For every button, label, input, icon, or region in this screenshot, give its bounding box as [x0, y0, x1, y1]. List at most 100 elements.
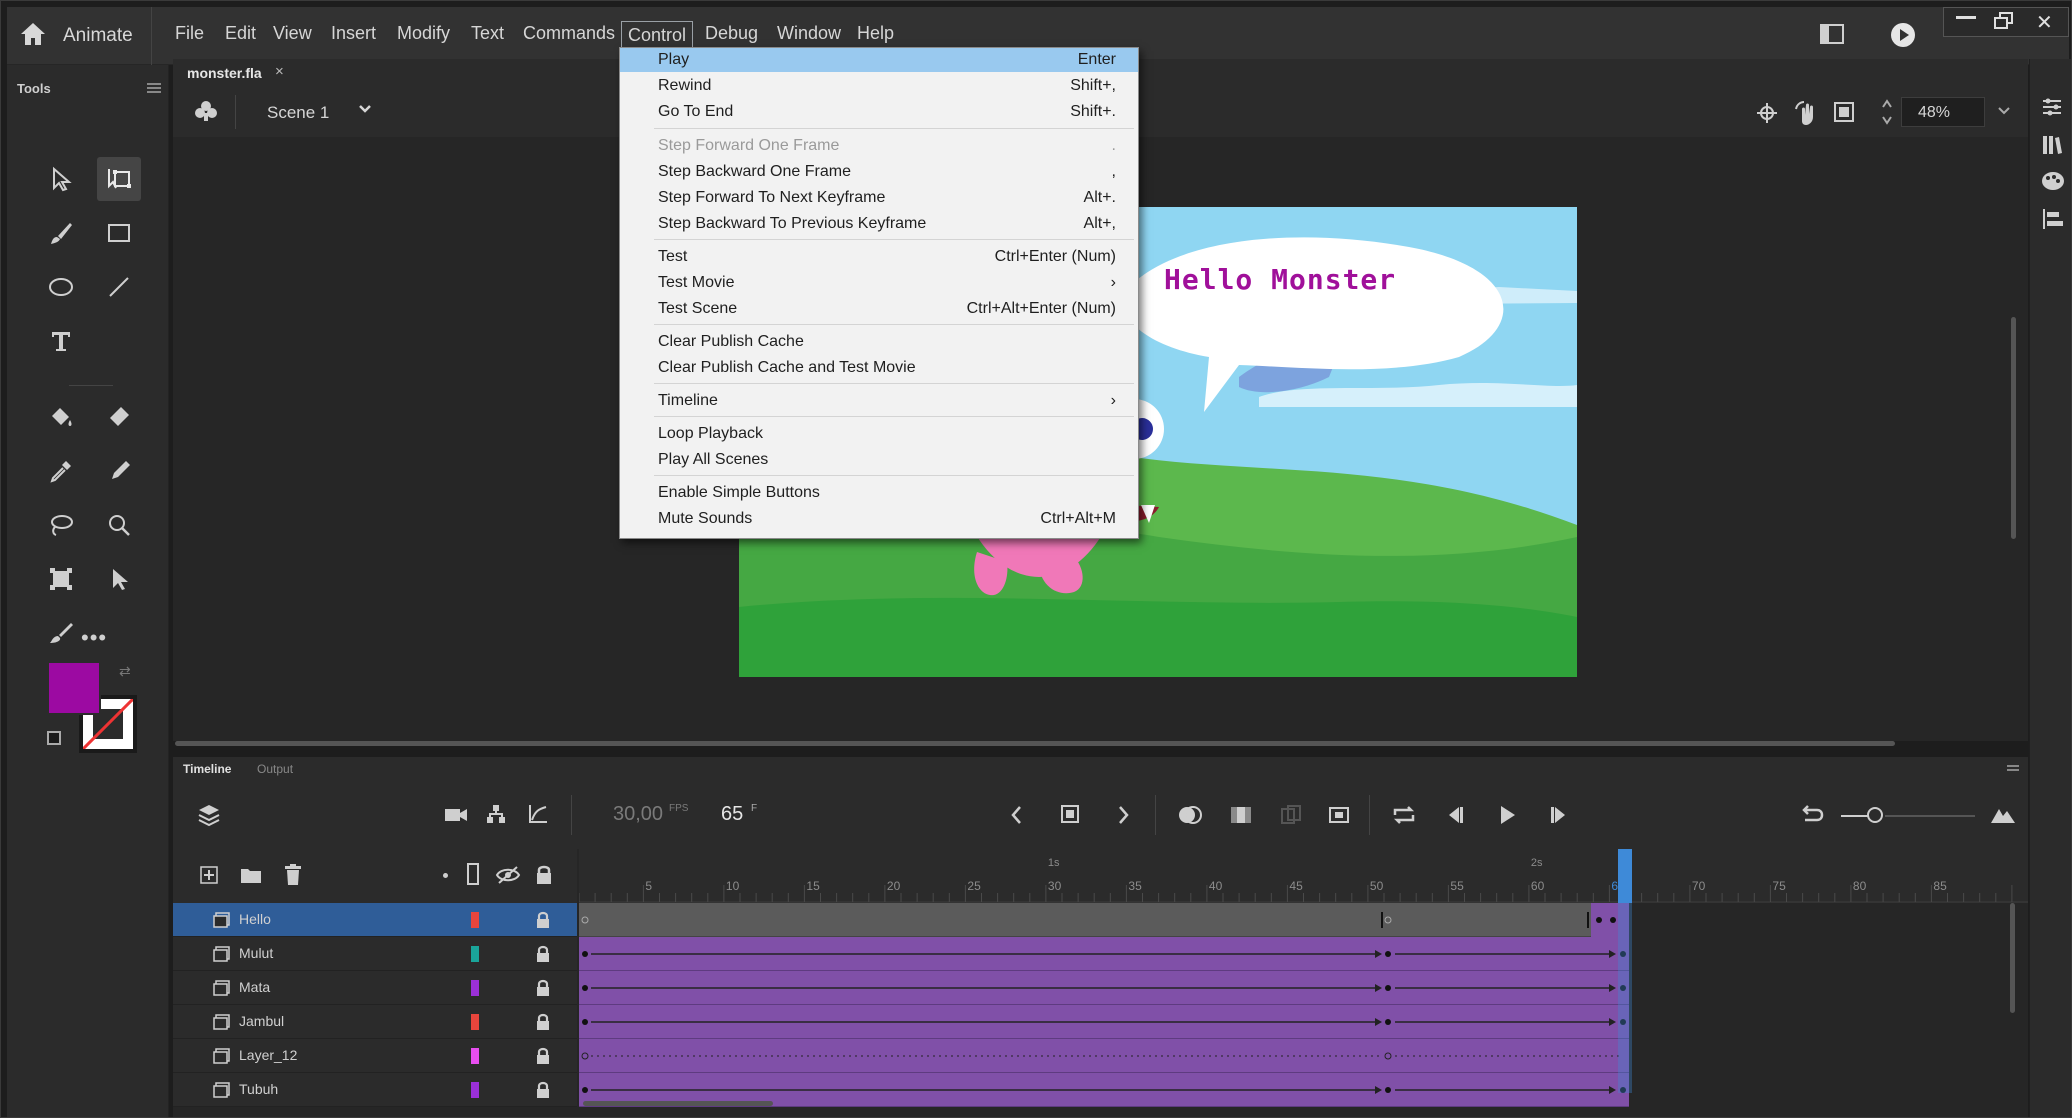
- text-tool-icon[interactable]: [39, 319, 83, 363]
- lock-icon[interactable]: [535, 910, 551, 930]
- parenting-icon[interactable]: [485, 803, 507, 825]
- lock-all-icon[interactable]: [535, 863, 553, 887]
- play-icon[interactable]: [1495, 803, 1519, 827]
- chevron-down-icon[interactable]: [357, 99, 373, 119]
- onion-skin-icon[interactable]: [1177, 803, 1203, 827]
- more-tools-icon[interactable]: •••: [81, 625, 107, 651]
- menu-item[interactable]: Step Backward To Previous Keyframe Alt+,: [620, 212, 1138, 236]
- stage-horizontal-scrollbar[interactable]: [175, 741, 1895, 746]
- outline-layers-icon[interactable]: [467, 863, 479, 885]
- rotate-stage-icon[interactable]: [1793, 99, 1821, 127]
- chevron-right-icon[interactable]: [1115, 803, 1131, 827]
- layer-color-marker[interactable]: [471, 1014, 479, 1030]
- snap-icon[interactable]: [1755, 101, 1779, 125]
- menu-help[interactable]: Help: [857, 23, 894, 44]
- pen-tool-icon[interactable]: [97, 449, 141, 493]
- menu-edit[interactable]: Edit: [225, 23, 256, 44]
- add-layer-icon[interactable]: [199, 865, 219, 885]
- frame-span[interactable]: [579, 1039, 1629, 1073]
- highlight-layers-icon[interactable]: [443, 873, 448, 878]
- asset-warp-tool-icon[interactable]: [39, 557, 83, 601]
- frame-span[interactable]: [579, 1005, 1629, 1039]
- menu-item[interactable]: Play Enter: [620, 48, 1138, 72]
- subselection-tool-icon[interactable]: [97, 557, 141, 601]
- clip-content-icon[interactable]: [1833, 101, 1855, 123]
- layer-row[interactable]: Tubuh: [173, 1073, 577, 1107]
- default-colors-icon[interactable]: [47, 731, 61, 745]
- menu-item[interactable]: Step Forward One Frame.: [620, 134, 1138, 158]
- workspace-icon[interactable]: [1819, 23, 1845, 45]
- menu-insert[interactable]: Insert: [331, 23, 376, 44]
- camera-icon[interactable]: [443, 805, 469, 825]
- properties-icon[interactable]: [2040, 95, 2064, 119]
- loop-icon[interactable]: [1391, 803, 1417, 827]
- layers-icon[interactable]: [197, 803, 221, 827]
- timeline-horizontal-scrollbar[interactable]: [583, 1101, 773, 1106]
- layer-color-marker[interactable]: [471, 912, 479, 928]
- frame-span[interactable]: [579, 903, 1629, 937]
- minimize-icon[interactable]: [1956, 16, 1976, 19]
- menu-commands[interactable]: Commands: [523, 23, 615, 44]
- menu-file[interactable]: File: [175, 23, 204, 44]
- timeline-vertical-scrollbar[interactable]: [2010, 903, 2015, 1013]
- scene-name[interactable]: Scene 1: [267, 103, 329, 123]
- test-movie-icon[interactable]: [1889, 21, 1917, 49]
- layer-row[interactable]: Mulut: [173, 937, 577, 971]
- assets-icon[interactable]: [2040, 169, 2066, 193]
- lock-icon[interactable]: [535, 978, 551, 998]
- menu-item[interactable]: Test Ctrl+Enter (Num): [620, 245, 1138, 269]
- tab-timeline[interactable]: Timeline: [183, 762, 231, 776]
- frame-span[interactable]: [579, 937, 1629, 971]
- add-folder-icon[interactable]: [239, 865, 263, 885]
- menu-item[interactable]: Test Scene Ctrl+Alt+Enter (Num): [620, 297, 1138, 321]
- delete-layer-icon[interactable]: [283, 863, 303, 887]
- playhead[interactable]: [1618, 849, 1632, 903]
- reset-zoom-icon[interactable]: [1799, 803, 1825, 827]
- menu-item[interactable]: Play All Scenes: [620, 448, 1138, 472]
- center-frame-icon[interactable]: [1059, 803, 1081, 827]
- lock-icon[interactable]: [535, 1012, 551, 1032]
- frame-size-slider-handle[interactable]: [1867, 807, 1883, 823]
- hide-layers-icon[interactable]: [495, 863, 521, 887]
- chevron-left-icon[interactable]: [1009, 803, 1025, 827]
- paint-bucket-tool-icon[interactable]: [39, 395, 83, 439]
- zoom-tool-icon[interactable]: [97, 503, 141, 547]
- timeline-menu-icon[interactable]: [2007, 765, 2019, 767]
- restore-icon[interactable]: [1994, 12, 2014, 30]
- brush-tool-icon[interactable]: [39, 211, 83, 255]
- align-icon[interactable]: [2040, 207, 2064, 231]
- menu-item[interactable]: Clear Publish Cache: [620, 330, 1138, 354]
- step-back-icon[interactable]: [1443, 803, 1467, 827]
- menu-view[interactable]: View: [273, 23, 312, 44]
- lock-icon[interactable]: [535, 1080, 551, 1100]
- layer-row[interactable]: Mata: [173, 971, 577, 1005]
- layer-row[interactable]: Layer_12: [173, 1039, 577, 1073]
- frame-span[interactable]: [579, 971, 1629, 1005]
- menu-text[interactable]: Text: [471, 23, 504, 44]
- layer-color-marker[interactable]: [471, 1048, 479, 1064]
- menu-item[interactable]: Clear Publish Cache and Test Movie: [620, 356, 1138, 380]
- insert-keyframe-icon[interactable]: [1327, 803, 1351, 827]
- edit-multiple-frames-icon[interactable]: [1229, 803, 1253, 827]
- menu-item[interactable]: Go To End Shift+.: [620, 100, 1138, 124]
- zoom-chevron-down-icon[interactable]: [1997, 101, 2011, 121]
- home-icon[interactable]: [19, 21, 47, 47]
- menu-item[interactable]: Loop Playback: [620, 422, 1138, 446]
- panel-menu-icon[interactable]: [147, 83, 161, 85]
- menu-modify[interactable]: Modify: [397, 23, 450, 44]
- eyedropper-tool-icon[interactable]: [39, 449, 83, 493]
- edit-scene-icon[interactable]: [193, 99, 219, 123]
- fps-value[interactable]: 30,00: [613, 803, 663, 826]
- paint-brush-tool-icon[interactable]: [39, 611, 83, 655]
- selection-tool-icon[interactable]: [39, 157, 83, 201]
- layer-color-marker[interactable]: [471, 946, 479, 962]
- menu-item[interactable]: Mute Sounds Ctrl+Alt+M: [620, 507, 1138, 531]
- menu-debug[interactable]: Debug: [705, 23, 758, 44]
- close-icon[interactable]: ✕: [2036, 10, 2053, 35]
- zoom-input[interactable]: 48%: [1901, 97, 1985, 127]
- layer-row[interactable]: Hello: [173, 903, 577, 937]
- current-frame-value[interactable]: 65: [721, 803, 743, 826]
- layer-color-marker[interactable]: [471, 980, 479, 996]
- layer-row[interactable]: Jambul: [173, 1005, 577, 1039]
- library-icon[interactable]: [2040, 133, 2064, 157]
